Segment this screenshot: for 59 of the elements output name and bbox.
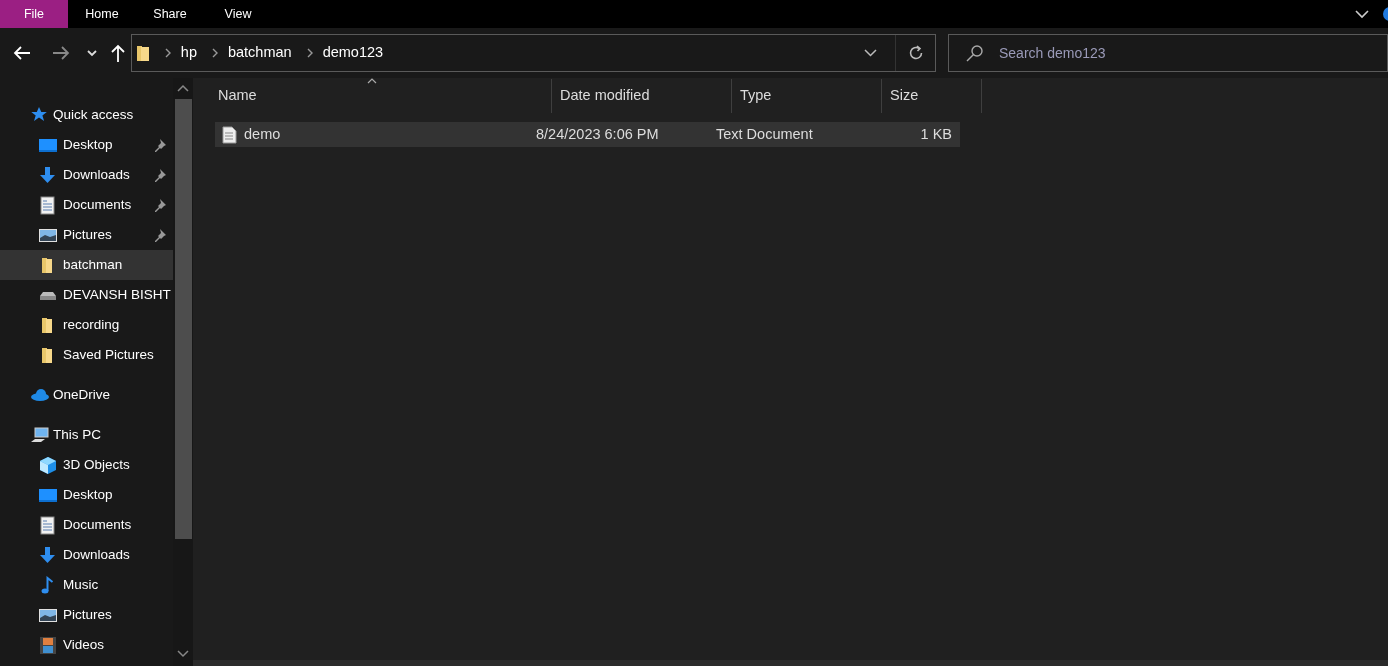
- sidebar-item[interactable]: 3D Objects: [0, 450, 173, 480]
- sidebar-item[interactable]: Documents: [0, 190, 173, 220]
- forward-icon[interactable]: [52, 45, 70, 61]
- chevron-down-icon: [177, 650, 189, 658]
- table-cell-text: 8/24/2023 6:06 PM: [536, 124, 660, 144]
- ribbon-tab[interactable]: View: [204, 0, 272, 28]
- sidebar-item[interactable]: Documents: [0, 510, 173, 540]
- sidebar-item[interactable]: Videos: [0, 630, 173, 660]
- document-icon: [38, 515, 58, 535]
- sidebar-item[interactable]: Pictures: [0, 600, 173, 630]
- cube-icon: [38, 455, 58, 475]
- ribbon-tab[interactable]: File: [0, 0, 68, 28]
- sidebar-item[interactable]: OneDrive: [0, 380, 173, 410]
- chevron-right-icon: [210, 48, 219, 58]
- sidebar-item[interactable]: recording: [0, 310, 173, 340]
- back-icon[interactable]: [13, 45, 31, 61]
- chevron-right-icon: [163, 48, 172, 58]
- chevron-down-icon[interactable]: [87, 49, 97, 57]
- download-icon: [38, 545, 58, 565]
- chevron-down-icon[interactable]: [1355, 9, 1369, 19]
- column-header[interactable]: Size: [882, 79, 982, 113]
- sidebar-item[interactable]: Downloads: [0, 540, 173, 570]
- sidebar-item[interactable]: This PC: [0, 420, 173, 450]
- sidebar-item[interactable]: Downloads: [0, 160, 173, 190]
- computer-icon: [30, 425, 50, 445]
- ribbon-tab[interactable]: Home: [68, 0, 136, 28]
- breadcrumb-item[interactable]: demo123: [322, 42, 384, 64]
- breadcrumb-item[interactable]: hp: [180, 42, 197, 64]
- refresh-icon[interactable]: [908, 45, 924, 61]
- help-icon[interactable]: [1383, 7, 1388, 21]
- folder-icon: [135, 44, 150, 62]
- sidebar-item[interactable]: Music: [0, 570, 173, 600]
- text-file-icon: [221, 125, 237, 144]
- table-cell-text: 1 KB: [919, 124, 952, 144]
- up-arrow-icon[interactable]: [111, 44, 125, 62]
- sidebar-item[interactable]: Desktop: [0, 130, 173, 160]
- column-header[interactable]: Date modified: [552, 79, 732, 113]
- breadcrumb-item[interactable]: batchman: [227, 42, 292, 64]
- sidebar-item[interactable]: Desktop: [0, 480, 173, 510]
- file-row[interactable]: demo 8/24/2023 6:06 PM Text Document 1 KB: [215, 122, 960, 147]
- chevron-down-icon[interactable]: [864, 49, 877, 57]
- file-name: demo: [244, 124, 281, 144]
- sidebar-item[interactable]: Saved Pictures: [0, 340, 173, 370]
- table-cell-text: Text Document: [716, 124, 814, 144]
- sidebar-item[interactable]: batchman: [0, 250, 173, 280]
- chevron-right-icon: [305, 48, 314, 58]
- download-icon: [38, 165, 58, 185]
- chevron-up-icon: [177, 84, 189, 92]
- column-header[interactable]: Type: [732, 79, 882, 113]
- document-icon: [38, 195, 58, 215]
- search-icon: [966, 44, 984, 62]
- column-header[interactable]: Name: [210, 79, 552, 113]
- sidebar-item[interactable]: Pictures: [0, 220, 173, 250]
- sidebar-item[interactable]: Quick access: [0, 100, 173, 130]
- ribbon-tab[interactable]: Share: [136, 0, 204, 28]
- address-bar[interactable]: hp batchman demo123: [130, 34, 936, 72]
- film-icon: [38, 635, 58, 655]
- sidebar-item[interactable]: DEVANSH BISHT: [0, 280, 173, 310]
- search-field[interactable]: Search demo123: [948, 34, 1388, 72]
